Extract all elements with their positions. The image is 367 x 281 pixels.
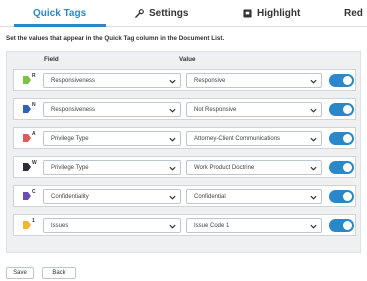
toggle-knob — [343, 192, 352, 201]
toggle-knob — [343, 105, 352, 114]
tag-shortcut: W — [32, 160, 37, 166]
tab-quick-tags-label: Quick Tags — [33, 7, 87, 19]
tag-icon: C — [22, 189, 36, 202]
value-select-value: Not Responsive — [194, 106, 237, 113]
value-select-value: Responsive — [194, 77, 226, 84]
chevron-down-icon — [169, 195, 176, 200]
value-select[interactable]: Not Responsive — [186, 102, 322, 117]
tag-shortcut: 1 — [32, 218, 35, 224]
tag-color-swatch — [23, 76, 31, 84]
tag-icon: N — [22, 102, 36, 115]
enabled-toggle[interactable] — [329, 103, 354, 116]
chevron-down-icon — [310, 79, 317, 84]
tab-highlight[interactable]: Highlight — [243, 5, 300, 21]
chevron-down-icon — [310, 108, 317, 113]
back-button[interactable]: Back — [42, 267, 76, 279]
field-select[interactable]: Responsiveness — [43, 102, 181, 117]
wrench-icon — [135, 8, 144, 18]
chevron-down-icon — [169, 137, 176, 142]
column-header-field: Field — [44, 56, 59, 63]
tab-redact[interactable]: Red — [344, 5, 363, 21]
value-select-value: Confidential — [194, 193, 226, 200]
enabled-toggle[interactable] — [329, 219, 354, 232]
quick-tags-panel: Field Value R Responsiveness Responsive … — [6, 51, 361, 253]
toggle-knob — [343, 134, 352, 143]
chevron-down-icon — [310, 166, 317, 171]
tab-quick-tags[interactable]: Quick Tags — [33, 5, 86, 21]
tag-color-swatch — [23, 163, 31, 171]
chevron-down-icon — [310, 137, 317, 142]
chevron-down-icon — [169, 166, 176, 171]
tag-shortcut: N — [32, 102, 36, 108]
toggle-knob — [343, 163, 352, 172]
field-select-value: Privilege Type — [51, 164, 89, 171]
tab-settings[interactable]: Settings — [135, 5, 188, 21]
value-select[interactable]: Responsive — [186, 73, 322, 88]
column-header-value: Value — [179, 56, 196, 63]
tag-icon: W — [22, 160, 37, 173]
tag-icon: A — [22, 131, 36, 144]
chevron-down-icon — [169, 108, 176, 113]
value-select[interactable]: Attorney-Client Communications — [186, 131, 322, 146]
tag-shortcut: A — [32, 131, 36, 137]
tag-color-swatch — [23, 192, 31, 200]
value-select[interactable]: Work Product Doctrine — [186, 160, 322, 175]
toggle-knob — [343, 221, 352, 230]
tab-redact-label: Red — [344, 7, 363, 19]
tag-shortcut: R — [32, 73, 36, 79]
chevron-down-icon — [310, 195, 317, 200]
field-select[interactable]: Responsiveness — [43, 73, 181, 88]
field-select-value: Confidentiality — [51, 193, 89, 200]
tag-shortcut: C — [32, 189, 36, 195]
field-select[interactable]: Privilege Type — [43, 160, 181, 175]
enabled-toggle[interactable] — [329, 161, 354, 174]
tab-highlight-label: Highlight — [257, 7, 301, 19]
tag-icon: 1 — [22, 218, 36, 231]
value-select-value: Attorney-Client Communications — [194, 135, 281, 142]
chevron-down-icon — [310, 224, 317, 229]
instructions-text: Set the values that appear in the Quick … — [6, 35, 225, 42]
field-select-value: Issues — [51, 222, 69, 229]
field-select[interactable]: Confidentiality — [43, 189, 181, 204]
tag-color-swatch — [23, 105, 31, 113]
field-select-value: Responsiveness — [51, 77, 96, 84]
tab-bar: Quick Tags Settings Highlight Red — [0, 0, 367, 27]
tab-settings-label: Settings — [149, 7, 189, 19]
field-select[interactable]: Privilege Type — [43, 131, 181, 146]
highlight-icon — [243, 8, 252, 18]
chevron-down-icon — [169, 224, 176, 229]
tag-color-swatch — [23, 134, 31, 142]
enabled-toggle[interactable] — [329, 74, 354, 87]
quick-tag-row: A Privilege Type Attorney-Client Communi… — [13, 127, 356, 149]
toggle-knob — [343, 76, 352, 85]
value-select[interactable]: Issue Code 1 — [186, 218, 322, 233]
quick-tag-row: W Privilege Type Work Product Doctrine — [13, 156, 356, 178]
quick-tag-row: 1 Issues Issue Code 1 — [13, 214, 356, 236]
enabled-toggle[interactable] — [329, 132, 354, 145]
value-select[interactable]: Confidential — [186, 189, 322, 204]
tag-color-swatch — [23, 221, 31, 229]
field-select[interactable]: Issues — [43, 218, 181, 233]
quick-tag-row: N Responsiveness Not Responsive — [13, 98, 356, 120]
chevron-down-icon — [169, 79, 176, 84]
save-button[interactable]: Save — [6, 267, 34, 279]
quick-tag-row: R Responsiveness Responsive — [13, 69, 356, 91]
tag-icon: R — [22, 73, 36, 86]
quick-tag-row: C Confidentiality Confidential — [13, 185, 356, 207]
field-select-value: Responsiveness — [51, 106, 96, 113]
active-tab-indicator — [14, 24, 106, 27]
value-select-value: Issue Code 1 — [194, 222, 230, 229]
value-select-value: Work Product Doctrine — [194, 164, 255, 171]
field-select-value: Privilege Type — [51, 135, 89, 142]
enabled-toggle[interactable] — [329, 190, 354, 203]
